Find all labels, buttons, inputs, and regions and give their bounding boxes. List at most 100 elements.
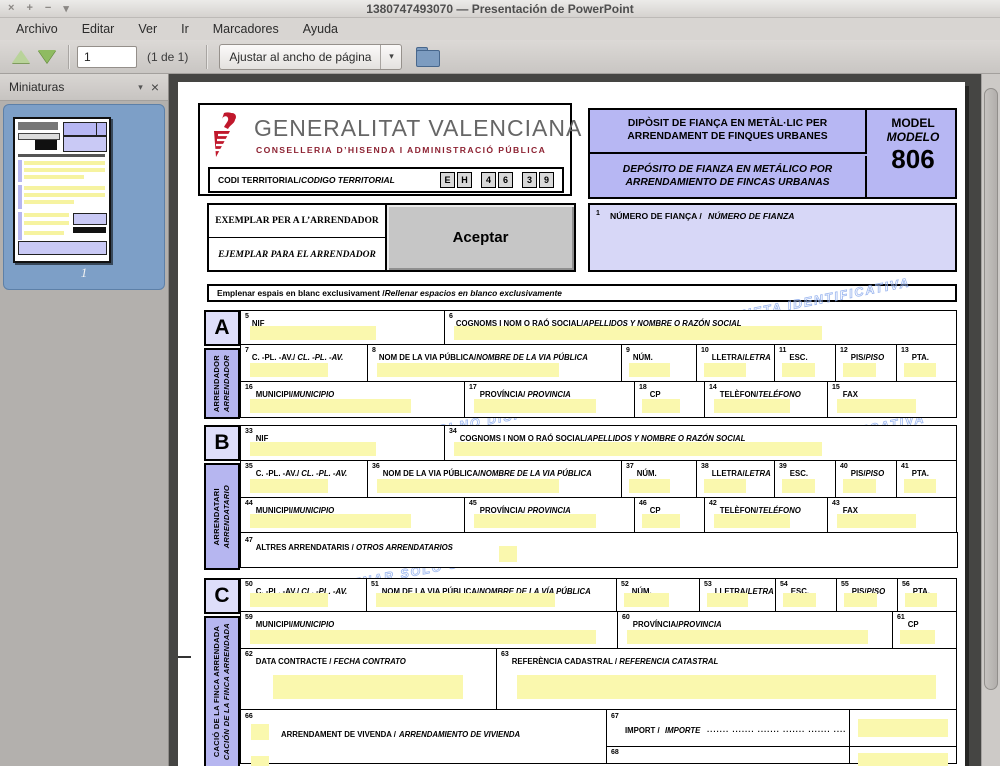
menu-archivo[interactable]: Archivo xyxy=(4,20,70,38)
input-17[interactable] xyxy=(474,399,596,413)
input-52[interactable] xyxy=(624,593,669,607)
field-63-cadastral-ref: 63REFERÈNCIA CADASTRAL / REFERENCIA CATA… xyxy=(496,648,957,710)
model-number: 806 xyxy=(869,144,957,175)
input-63[interactable] xyxy=(517,675,936,699)
side-label-va: ARRENDADOR xyxy=(212,355,221,412)
input-53[interactable] xyxy=(707,593,748,607)
scrollbar-thumb[interactable] xyxy=(984,88,998,690)
section-a-fields: 5NIF 6COGNOMS I NOM O RAÓ SOCIAL/APELLID… xyxy=(240,310,958,418)
thumb-sketch xyxy=(63,136,107,152)
input-38[interactable] xyxy=(704,479,746,493)
input-39[interactable] xyxy=(782,479,815,493)
input-55[interactable] xyxy=(844,593,877,607)
input-61[interactable] xyxy=(900,630,935,644)
input-51[interactable] xyxy=(376,593,555,607)
sidebar-title: Miniaturas xyxy=(9,80,64,94)
menu-ayuda[interactable]: Ayuda xyxy=(291,20,350,38)
input-35[interactable] xyxy=(250,479,328,493)
form-title-va: DIPÒSIT DE FIANÇA EN METÀL·LIC PER ARREN… xyxy=(590,110,867,154)
input-13[interactable] xyxy=(904,363,936,377)
input-10[interactable] xyxy=(704,363,746,377)
input-18[interactable] xyxy=(642,399,680,413)
input-12[interactable] xyxy=(843,363,876,377)
input-46[interactable] xyxy=(642,514,680,528)
codi-digit: E xyxy=(440,172,455,188)
thumb-sketch xyxy=(63,122,97,136)
input-42[interactable] xyxy=(714,514,790,528)
page-number-input[interactable]: 1 xyxy=(77,46,137,68)
accept-button[interactable]: Aceptar xyxy=(385,203,576,272)
codi-territorial-label-es: CODIGO TERRITORIAL xyxy=(301,175,395,185)
field-52-number: 52NÚM. xyxy=(616,578,700,612)
codi-digit: 4 xyxy=(481,172,496,188)
brand-department: CONSELLERIA D’HISENDA I ADMINISTRACIÓ PÚ… xyxy=(256,145,546,155)
input-60[interactable] xyxy=(627,630,868,644)
sidebar-menu-chevron-icon[interactable]: ▾ xyxy=(130,82,151,93)
field-51-street-name: 51NOM DE LA VIA PÚBLICA/NOMBRE DE LA VÍA… xyxy=(366,578,617,612)
field-50-street-type: 50C. -PL. -AV./ CL. -PL. -AV. xyxy=(240,578,367,612)
input-68[interactable] xyxy=(858,753,948,766)
input-14[interactable] xyxy=(714,399,790,413)
field-43-fax: 43FAX xyxy=(827,497,957,533)
input-5[interactable] xyxy=(250,326,376,340)
input-67[interactable] xyxy=(858,719,948,737)
thumbnail-page-1[interactable]: 1 xyxy=(3,104,165,290)
input-37[interactable] xyxy=(629,479,670,493)
input-45[interactable] xyxy=(474,514,596,528)
input-56[interactable] xyxy=(905,593,937,607)
input-11[interactable] xyxy=(782,363,815,377)
input-40[interactable] xyxy=(843,479,876,493)
section-b-letter: B xyxy=(204,425,240,461)
input-33[interactable] xyxy=(250,442,376,456)
titlebar: × + − ▾ 1380747493070 — Presentación de … xyxy=(0,0,1000,18)
thumb-sketch xyxy=(24,186,105,190)
input-59[interactable] xyxy=(250,630,596,644)
input-62[interactable] xyxy=(273,675,463,699)
input-34[interactable] xyxy=(454,442,822,456)
input-44[interactable] xyxy=(250,514,411,528)
field-38-letter: 38LLETRA/LETRA xyxy=(696,460,775,498)
fianza-number-box[interactable]: 1 NÚMERO DE FIANÇA / NÚMERO DE FIANZA xyxy=(588,203,957,272)
sidebar-close-icon[interactable]: × xyxy=(151,79,159,95)
fianza-label-va: NÚMERO DE FIANÇA / xyxy=(610,211,702,221)
input-15[interactable] xyxy=(837,399,916,413)
arrow-down-icon xyxy=(38,50,56,63)
input-54[interactable] xyxy=(783,593,816,607)
thumb-sketch xyxy=(24,221,69,225)
input-7[interactable] xyxy=(250,363,328,377)
toolbar-separator xyxy=(68,45,69,69)
field-11-esc: 11ESC. xyxy=(774,344,836,382)
input-6[interactable] xyxy=(454,326,822,340)
input-16[interactable] xyxy=(250,399,411,413)
vertical-scrollbar[interactable] xyxy=(981,74,1000,766)
menu-ver[interactable]: Ver xyxy=(126,20,169,38)
checkbox-47[interactable] xyxy=(499,546,517,562)
field-12-floor: 12PIS/PISO xyxy=(835,344,897,382)
field-34-name: 34COGNOMS I NOM O RAÓ SOCIAL/APELLIDOS Y… xyxy=(444,425,957,461)
chevron-down-icon[interactable]: ▾ xyxy=(380,45,401,69)
menu-ir[interactable]: Ir xyxy=(169,20,201,38)
menu-editar[interactable]: Editar xyxy=(70,20,127,38)
input-43[interactable] xyxy=(837,514,916,528)
thumb-sketch xyxy=(73,213,107,225)
zoom-mode-select[interactable]: Ajustar al ancho de página ▾ xyxy=(219,44,402,70)
menubar: Archivo Editar Ver Ir Marcadores Ayuda xyxy=(0,18,1000,40)
section-b: B ARRENDATARIARRENDATARIO 33NIF 34COGNOM… xyxy=(204,425,957,570)
thumb-sketch xyxy=(18,241,107,255)
checkbox-66[interactable] xyxy=(251,724,269,740)
open-file-button[interactable] xyxy=(416,47,440,66)
input-41[interactable] xyxy=(904,479,936,493)
input-8[interactable] xyxy=(377,363,559,377)
document-page: GENERALITAT VALENCIANA CONSELLERIA D’HIS… xyxy=(178,82,965,766)
previous-page-button[interactable] xyxy=(8,45,34,69)
instruction-strip: Emplenar espais en blanc exclusivament /… xyxy=(207,284,957,302)
checkbox-partial[interactable] xyxy=(251,756,269,766)
field-9-number: 9NÚM. xyxy=(621,344,697,382)
menu-marcadores[interactable]: Marcadores xyxy=(201,20,291,38)
input-36[interactable] xyxy=(377,479,559,493)
next-page-button[interactable] xyxy=(34,45,60,69)
field-18-postcode: 18CP xyxy=(634,381,705,418)
input-9[interactable] xyxy=(629,363,670,377)
input-50[interactable] xyxy=(250,593,328,607)
zoom-mode-value: Ajustar al ancho de página xyxy=(220,50,380,64)
